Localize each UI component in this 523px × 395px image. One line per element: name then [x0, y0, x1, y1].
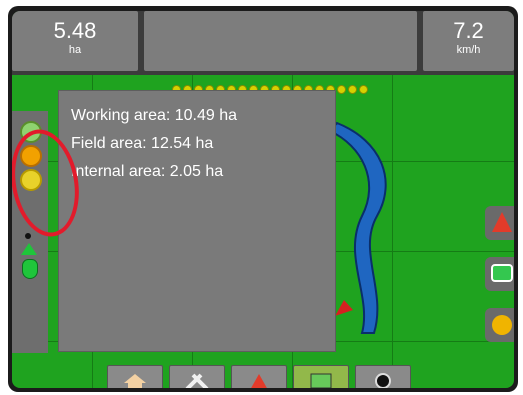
- hand-button[interactable]: [485, 308, 514, 342]
- vehicle-icon: [335, 300, 353, 316]
- arrow-up-icon: [492, 212, 512, 232]
- bottom-tab-bar: [107, 365, 422, 388]
- working-area-text: Working area: 10.49 ha: [71, 107, 238, 124]
- lightbar: [144, 11, 417, 71]
- tab-map[interactable]: [293, 365, 349, 388]
- coverage-path: [328, 121, 387, 334]
- tab-tools[interactable]: [169, 365, 225, 388]
- section-led: [337, 85, 346, 94]
- field-area-text: Field area: 12.54 ha: [71, 135, 214, 152]
- alert-icon: [251, 374, 267, 388]
- speed-unit: km/h: [456, 44, 481, 56]
- area-info-panel: Working area: 10.49 ha Field area: 12.54…: [58, 90, 336, 352]
- hand-icon: [492, 315, 512, 335]
- gps-arrow-icon: [21, 243, 37, 255]
- screen-button[interactable]: [485, 257, 514, 291]
- section-led: [348, 85, 357, 94]
- drop-icon: [22, 259, 38, 279]
- area-unit: ha: [68, 44, 82, 56]
- point-icon: [25, 233, 31, 239]
- top-status-bar: 5.48 ha 7.2 km/h: [12, 11, 514, 75]
- area-readout: 5.48 ha: [12, 11, 138, 71]
- section-led: [359, 85, 368, 94]
- camera-icon: [375, 373, 391, 388]
- home-icon: [124, 374, 146, 388]
- tab-vehicle-view[interactable]: [231, 365, 287, 388]
- internal-area-text: Internal area: 2.05 ha: [71, 163, 224, 180]
- tools-icon: [185, 373, 209, 388]
- speed-value: 7.2: [453, 18, 484, 43]
- screen-icon: [491, 264, 513, 282]
- tab-camera[interactable]: [355, 365, 411, 388]
- arrow-up-button[interactable]: [485, 206, 514, 240]
- map-icon: [310, 373, 332, 388]
- tab-home[interactable]: [107, 365, 163, 388]
- speed-readout: 7.2 km/h: [423, 11, 514, 71]
- area-value: 5.48: [53, 18, 97, 43]
- display-screen: 5.48 ha 7.2 km/h Working area: 10.49 ha …: [12, 11, 514, 388]
